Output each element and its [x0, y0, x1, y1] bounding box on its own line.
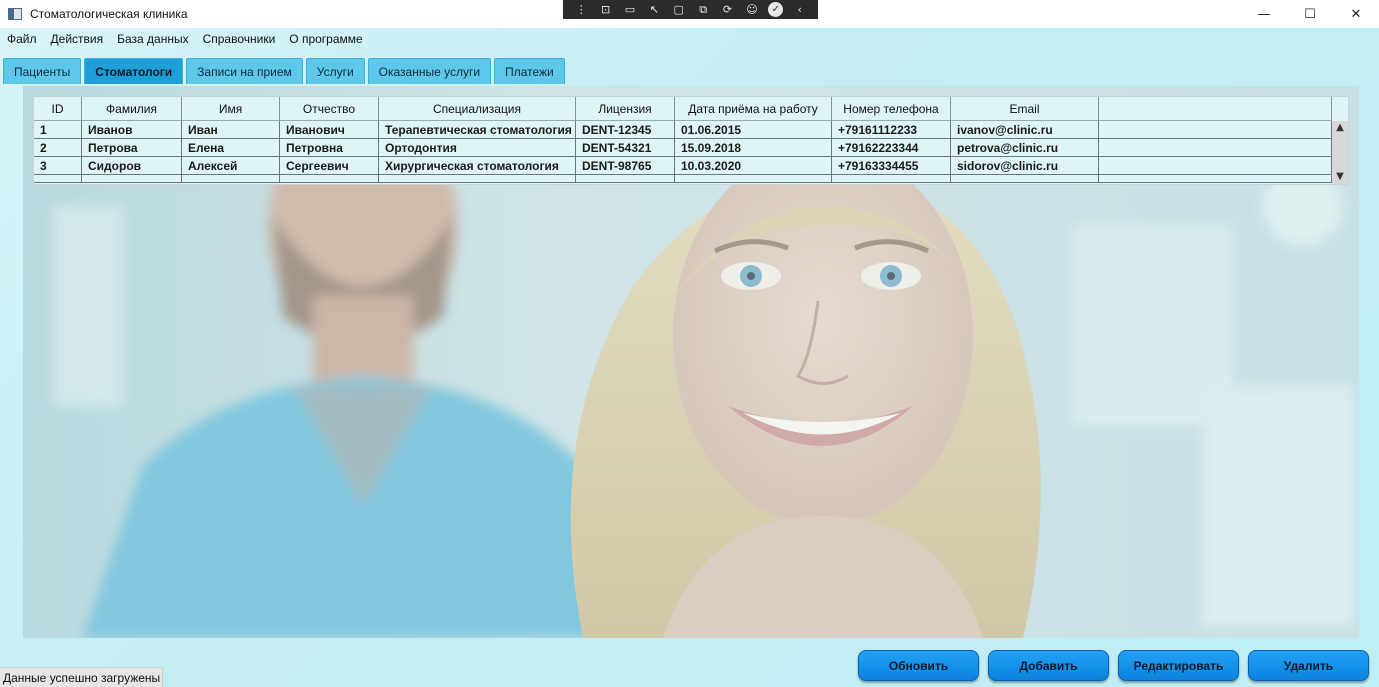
tab-dentists[interactable]: Стоматологи [84, 58, 184, 84]
cell-license[interactable]: DENT-12345 [576, 121, 675, 138]
cell-hire-date[interactable]: 15.09.2018 [675, 139, 832, 156]
menu-actions[interactable]: Действия [51, 32, 104, 46]
check-icon[interactable]: ✓ [768, 2, 784, 17]
column-header-license[interactable]: Лицензия [576, 97, 675, 121]
scroll-down-icon[interactable]: ▼ [1332, 170, 1348, 184]
cell-phone[interactable]: +79163334455 [832, 157, 951, 174]
window-title: Стоматологическая клиника [30, 7, 188, 21]
add-button[interactable]: Добавить [988, 650, 1109, 681]
hot-reload-icon[interactable]: ⟳ [720, 3, 736, 16]
edit-button[interactable]: Редактировать [1118, 650, 1239, 681]
column-header-phone[interactable]: Номер телефона [832, 97, 951, 121]
cell-first-name[interactable]: Елена [182, 139, 280, 156]
drag-handle-icon[interactable]: ⋮ [573, 3, 589, 16]
column-header-id[interactable]: ID [34, 97, 82, 121]
cell-id[interactable]: 1 [34, 121, 82, 138]
column-header-patronymic[interactable]: Отчество [280, 97, 379, 121]
cell-phone[interactable]: +79162223344 [832, 139, 951, 156]
cell-email[interactable]: sidorov@clinic.ru [951, 157, 1099, 174]
grid-body: 1 Иванов Иван Иванович Терапевтическая с… [34, 121, 1332, 183]
select-element-icon[interactable]: ⊡ [598, 3, 614, 16]
cell-empty[interactable] [34, 175, 82, 183]
track-focus-icon[interactable]: ⧉ [695, 3, 711, 16]
content-panel: ID Фамилия Имя Отчество Специализация Ли… [23, 86, 1359, 638]
collapse-icon[interactable]: ‹ [792, 3, 808, 16]
cell-empty[interactable] [280, 175, 379, 183]
cell-license[interactable]: DENT-54321 [576, 139, 675, 156]
maximize-button[interactable]: ☐ [1287, 0, 1333, 28]
tab-rendered-services[interactable]: Оказанные услуги [367, 58, 492, 84]
cell-empty[interactable] [832, 175, 951, 183]
column-header-specialization[interactable]: Специализация [379, 97, 576, 121]
column-header-hire-date[interactable]: Дата приёма на работу [675, 97, 832, 121]
pointer-icon[interactable]: ↖ [646, 3, 662, 16]
tab-services[interactable]: Услуги [305, 58, 365, 84]
cell-last-name[interactable]: Иванов [82, 121, 182, 138]
cell-license[interactable]: DENT-98765 [576, 157, 675, 174]
cell-first-name[interactable]: Иван [182, 121, 280, 138]
cell-empty[interactable] [82, 175, 182, 183]
close-button[interactable]: ✕ [1333, 0, 1379, 28]
app-icon [8, 8, 22, 20]
cell-id[interactable]: 2 [34, 139, 82, 156]
grid-vertical-scrollbar[interactable]: ▲ ▼ [1332, 121, 1348, 184]
menu-file[interactable]: Файл [7, 32, 37, 46]
refresh-button[interactable]: Обновить [858, 650, 979, 681]
accessibility-icon[interactable]: ☺ [744, 3, 760, 16]
cell-filler [1099, 157, 1332, 174]
cell-first-name[interactable]: Алексей [182, 157, 280, 174]
cell-empty[interactable] [675, 175, 832, 183]
cell-patronymic[interactable]: Сергеевич [280, 157, 379, 174]
table-row[interactable]: 1 Иванов Иван Иванович Терапевтическая с… [34, 121, 1332, 139]
menu-database[interactable]: База данных [117, 32, 188, 46]
cell-filler [1099, 139, 1332, 156]
new-row-placeholder[interactable] [34, 175, 1332, 183]
minimize-button[interactable]: — [1241, 0, 1287, 28]
cell-empty[interactable] [576, 175, 675, 183]
cell-email[interactable]: ivanov@clinic.ru [951, 121, 1099, 138]
cell-specialization[interactable]: Хирургическая стоматология [379, 157, 576, 174]
cell-id[interactable]: 3 [34, 157, 82, 174]
window-controls: — ☐ ✕ [1241, 0, 1379, 28]
debug-toolbar: ⋮ ⊡ ▭ ↖ ▢ ⧉ ⟳ ☺ ✓ ‹ [563, 0, 818, 19]
scroll-up-icon[interactable]: ▲ [1332, 121, 1348, 135]
column-header-first-name[interactable]: Имя [182, 97, 280, 121]
menu-references[interactable]: Справочники [203, 32, 276, 46]
menu-bar: Файл Действия База данных Справочники О … [0, 28, 1379, 50]
cell-patronymic[interactable]: Иванович [280, 121, 379, 138]
tab-payments[interactable]: Платежи [494, 58, 565, 84]
column-header-filler [1099, 97, 1332, 121]
status-bar: Данные успешно загружены [0, 667, 163, 687]
cell-phone[interactable]: +79161112233 [832, 121, 951, 138]
cell-patronymic[interactable]: Петровна [280, 139, 379, 156]
cell-empty[interactable] [951, 175, 1099, 183]
tab-strip: Пациенты Стоматологи Записи на прием Усл… [3, 58, 568, 84]
layout-adorner-icon[interactable]: ▢ [671, 3, 687, 16]
column-header-last-name[interactable]: Фамилия [82, 97, 182, 121]
cell-specialization[interactable]: Терапевтическая стоматология [379, 121, 576, 138]
cell-specialization[interactable]: Ортодонтия [379, 139, 576, 156]
tab-appointments[interactable]: Записи на прием [186, 58, 303, 84]
cell-hire-date[interactable]: 10.03.2020 [675, 157, 832, 174]
column-header-email[interactable]: Email [951, 97, 1099, 121]
cell-empty[interactable] [182, 175, 280, 183]
tab-patients[interactable]: Пациенты [3, 58, 82, 84]
dentists-grid[interactable]: ID Фамилия Имя Отчество Специализация Ли… [33, 96, 1349, 185]
menu-about[interactable]: О программе [289, 32, 362, 46]
table-row[interactable]: 2 Петрова Елена Петровна Ортодонтия DENT… [34, 139, 1332, 157]
grid-header: ID Фамилия Имя Отчество Специализация Ли… [34, 97, 1332, 121]
cell-filler [1099, 121, 1332, 138]
cell-hire-date[interactable]: 01.06.2015 [675, 121, 832, 138]
cell-empty[interactable] [379, 175, 576, 183]
cell-last-name[interactable]: Сидоров [82, 157, 182, 174]
cell-last-name[interactable]: Петрова [82, 139, 182, 156]
cell-filler [1099, 175, 1332, 183]
table-row[interactable]: 3 Сидоров Алексей Сергеевич Хирургическа… [34, 157, 1332, 175]
delete-button[interactable]: Удалить [1248, 650, 1369, 681]
video-icon[interactable]: ▭ [622, 3, 638, 16]
cell-email[interactable]: petrova@clinic.ru [951, 139, 1099, 156]
